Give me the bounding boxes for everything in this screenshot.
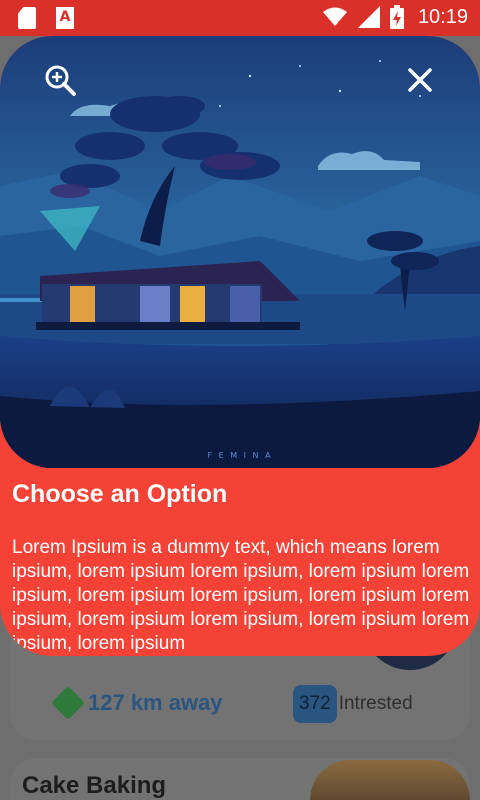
interested-count-badge: 372 xyxy=(293,685,337,723)
battery-charging-icon xyxy=(389,5,404,29)
status-bar: A × 10:19 xyxy=(0,0,480,36)
sd-card-icon xyxy=(18,7,36,29)
wifi-icon: × xyxy=(322,7,347,28)
svg-text:×: × xyxy=(337,19,345,28)
distance-info: 127 km away xyxy=(51,686,223,720)
event-card-image xyxy=(310,760,470,800)
zoom-in-icon[interactable] xyxy=(42,62,78,98)
clock: 10:19 xyxy=(417,5,468,28)
interest-info: 372 Intrested xyxy=(293,685,413,723)
dialog-title: Choose an Option xyxy=(12,480,228,508)
dialog-body-text: Lorem Ipsium is a dummy text, which mean… xyxy=(12,537,470,654)
directions-icon xyxy=(51,686,85,720)
image-signature: F E M I N A xyxy=(207,451,272,460)
dialog-hero-image: F E M I N A xyxy=(0,36,480,468)
signal-icon xyxy=(357,6,380,28)
close-icon[interactable] xyxy=(402,62,438,98)
option-dialog: F E M I N A Choose an Option Lorem Ipsiu… xyxy=(0,36,480,656)
event-card-title: Cake Baking xyxy=(22,772,167,799)
distance-text: 127 km away xyxy=(88,690,223,715)
app-notification-icon: A xyxy=(56,7,74,29)
interested-label: Intrested xyxy=(338,693,413,714)
